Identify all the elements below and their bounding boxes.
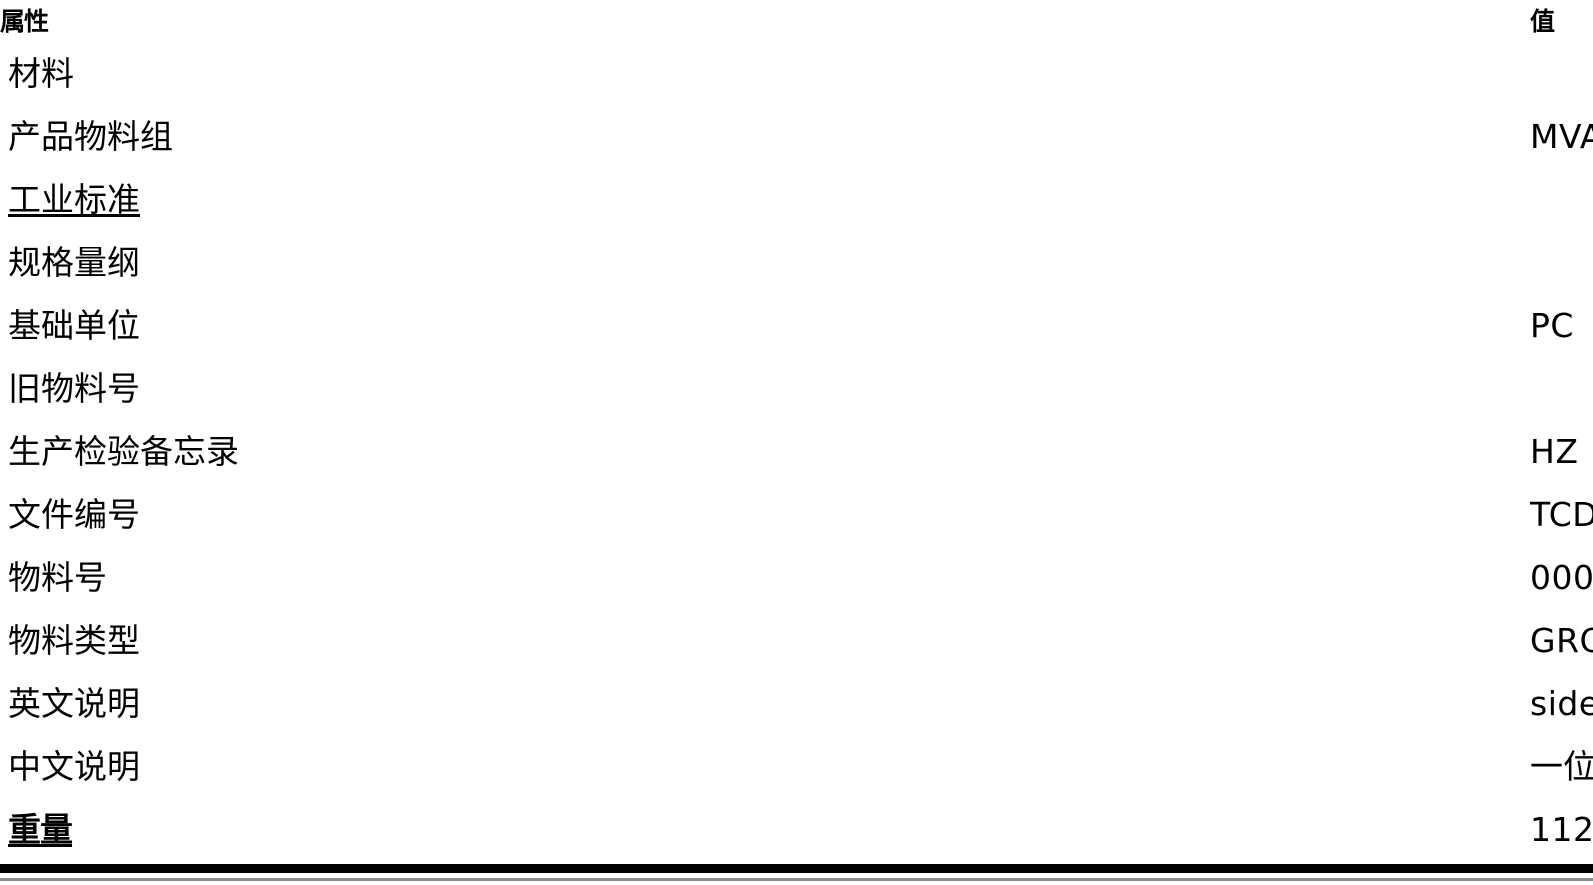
attribute-value-cell: side wall right complete [762, 657, 1593, 720]
table-row: 基础单位 PC [0, 279, 1593, 342]
attribute-label: 物料类型 [8, 621, 140, 660]
attribute-value-cell [762, 34, 1593, 90]
attribute-value-cell [762, 153, 1593, 216]
attribute-label-cell: 物料类型 [0, 594, 762, 657]
attribute-label-cell: 物料号 [0, 531, 762, 594]
table-header: 属性 值 [0, 0, 1593, 34]
attribute-value-cell: PC [762, 279, 1593, 342]
attribute-value: MVA [1530, 117, 1593, 156]
attribute-label-cell: 基础单位 [0, 279, 762, 342]
attribute-label: 中文说明 [8, 747, 140, 786]
table-row: 英文说明 side wall right complete [0, 657, 1593, 720]
table-row: 工业标准 [0, 153, 1593, 216]
attribute-value-cell: GROB [762, 594, 1593, 657]
attribute-label-cell: 旧物料号 [0, 342, 762, 405]
attribute-value: TCD00000013142 [1530, 495, 1593, 534]
column-header-attribute: 属性 [0, 7, 49, 36]
attribute-value-cell: MVA [762, 90, 1593, 153]
attribute-label-cell: 材料 [0, 34, 762, 90]
attribute-label: 产品物料组 [8, 117, 173, 156]
attribute-value-cell: 000000000000217141 [762, 531, 1593, 594]
attribute-value: HZ [1530, 432, 1579, 471]
attribute-value: PC [1530, 306, 1574, 345]
attribute-label: 工业标准 [8, 180, 140, 219]
attribute-value-cell [762, 216, 1593, 279]
attribute-label: 材料 [8, 54, 74, 93]
attribute-label: 旧物料号 [8, 369, 140, 408]
document-page: 属性 值 材料 产品物料组 MVA 工业标准 规格量纲 基础单位 PC 旧物料号 生产检验备忘录… [0, 0, 1593, 885]
page-bottom-rule [0, 864, 1593, 873]
attribute-value-cell: TCD00000013142 [762, 468, 1593, 531]
attribute-value: GROB [1530, 621, 1593, 660]
table-row: 重量 1129.4340000000 [0, 783, 1593, 846]
attribute-label: 规格量纲 [8, 243, 140, 282]
table-row: 物料号 000000000000217141 [0, 531, 1593, 594]
page-bottom-rule-shadow [0, 878, 1593, 881]
attribute-label: 英文说明 [8, 684, 140, 723]
attribute-label-cell: 文件编号 [0, 468, 762, 531]
attribute-value: 000000000000217141 [1530, 558, 1593, 597]
table-row: 中文说明 一位侧墙组成 [0, 720, 1593, 783]
table-body: 材料 产品物料组 MVA 工业标准 规格量纲 基础单位 PC 旧物料号 生产检验备忘录 HZ 文件编… [0, 34, 1593, 846]
table-row: 旧物料号 [0, 342, 1593, 405]
attribute-label-cell: 生产检验备忘录 [0, 405, 762, 468]
table-row: 材料 [0, 34, 1593, 90]
attribute-value-cell [762, 342, 1593, 405]
attribute-label: 文件编号 [8, 495, 140, 534]
attribute-value: side wall right complete [1530, 684, 1593, 723]
attribute-value-cell: 一位侧墙组成 [762, 720, 1593, 783]
attribute-label: 重量 [8, 810, 73, 849]
attribute-label-cell: 产品物料组 [0, 90, 762, 153]
table-row: 产品物料组 MVA [0, 90, 1593, 153]
material-attributes-table: 属性 值 材料 产品物料组 MVA 工业标准 规格量纲 基础单位 PC 旧物料号 生产检验备忘录… [0, 0, 1593, 846]
column-header-value: 值 [1530, 7, 1555, 36]
attribute-label: 生产检验备忘录 [8, 432, 239, 471]
table-row: 规格量纲 [0, 216, 1593, 279]
table-row: 文件编号 TCD00000013142 [0, 468, 1593, 531]
attribute-label-cell: 英文说明 [0, 657, 762, 720]
attribute-label: 物料号 [8, 558, 107, 597]
table-row: 物料类型 GROB [0, 594, 1593, 657]
attribute-value: 1129.4340000000 [1530, 810, 1593, 849]
attribute-label: 基础单位 [8, 306, 140, 345]
attribute-label-cell: 重量 [0, 783, 762, 846]
table-header-row: 属性 值 [0, 0, 1593, 34]
attribute-label-cell: 中文说明 [0, 720, 762, 783]
table-row: 生产检验备忘录 HZ [0, 405, 1593, 468]
attribute-value: 一位侧墙组成 [1530, 747, 1593, 786]
attribute-label-cell: 工业标准 [0, 153, 762, 216]
attribute-value-cell: HZ [762, 405, 1593, 468]
attribute-value-cell: 1129.4340000000 [762, 783, 1593, 846]
attribute-label-cell: 规格量纲 [0, 216, 762, 279]
